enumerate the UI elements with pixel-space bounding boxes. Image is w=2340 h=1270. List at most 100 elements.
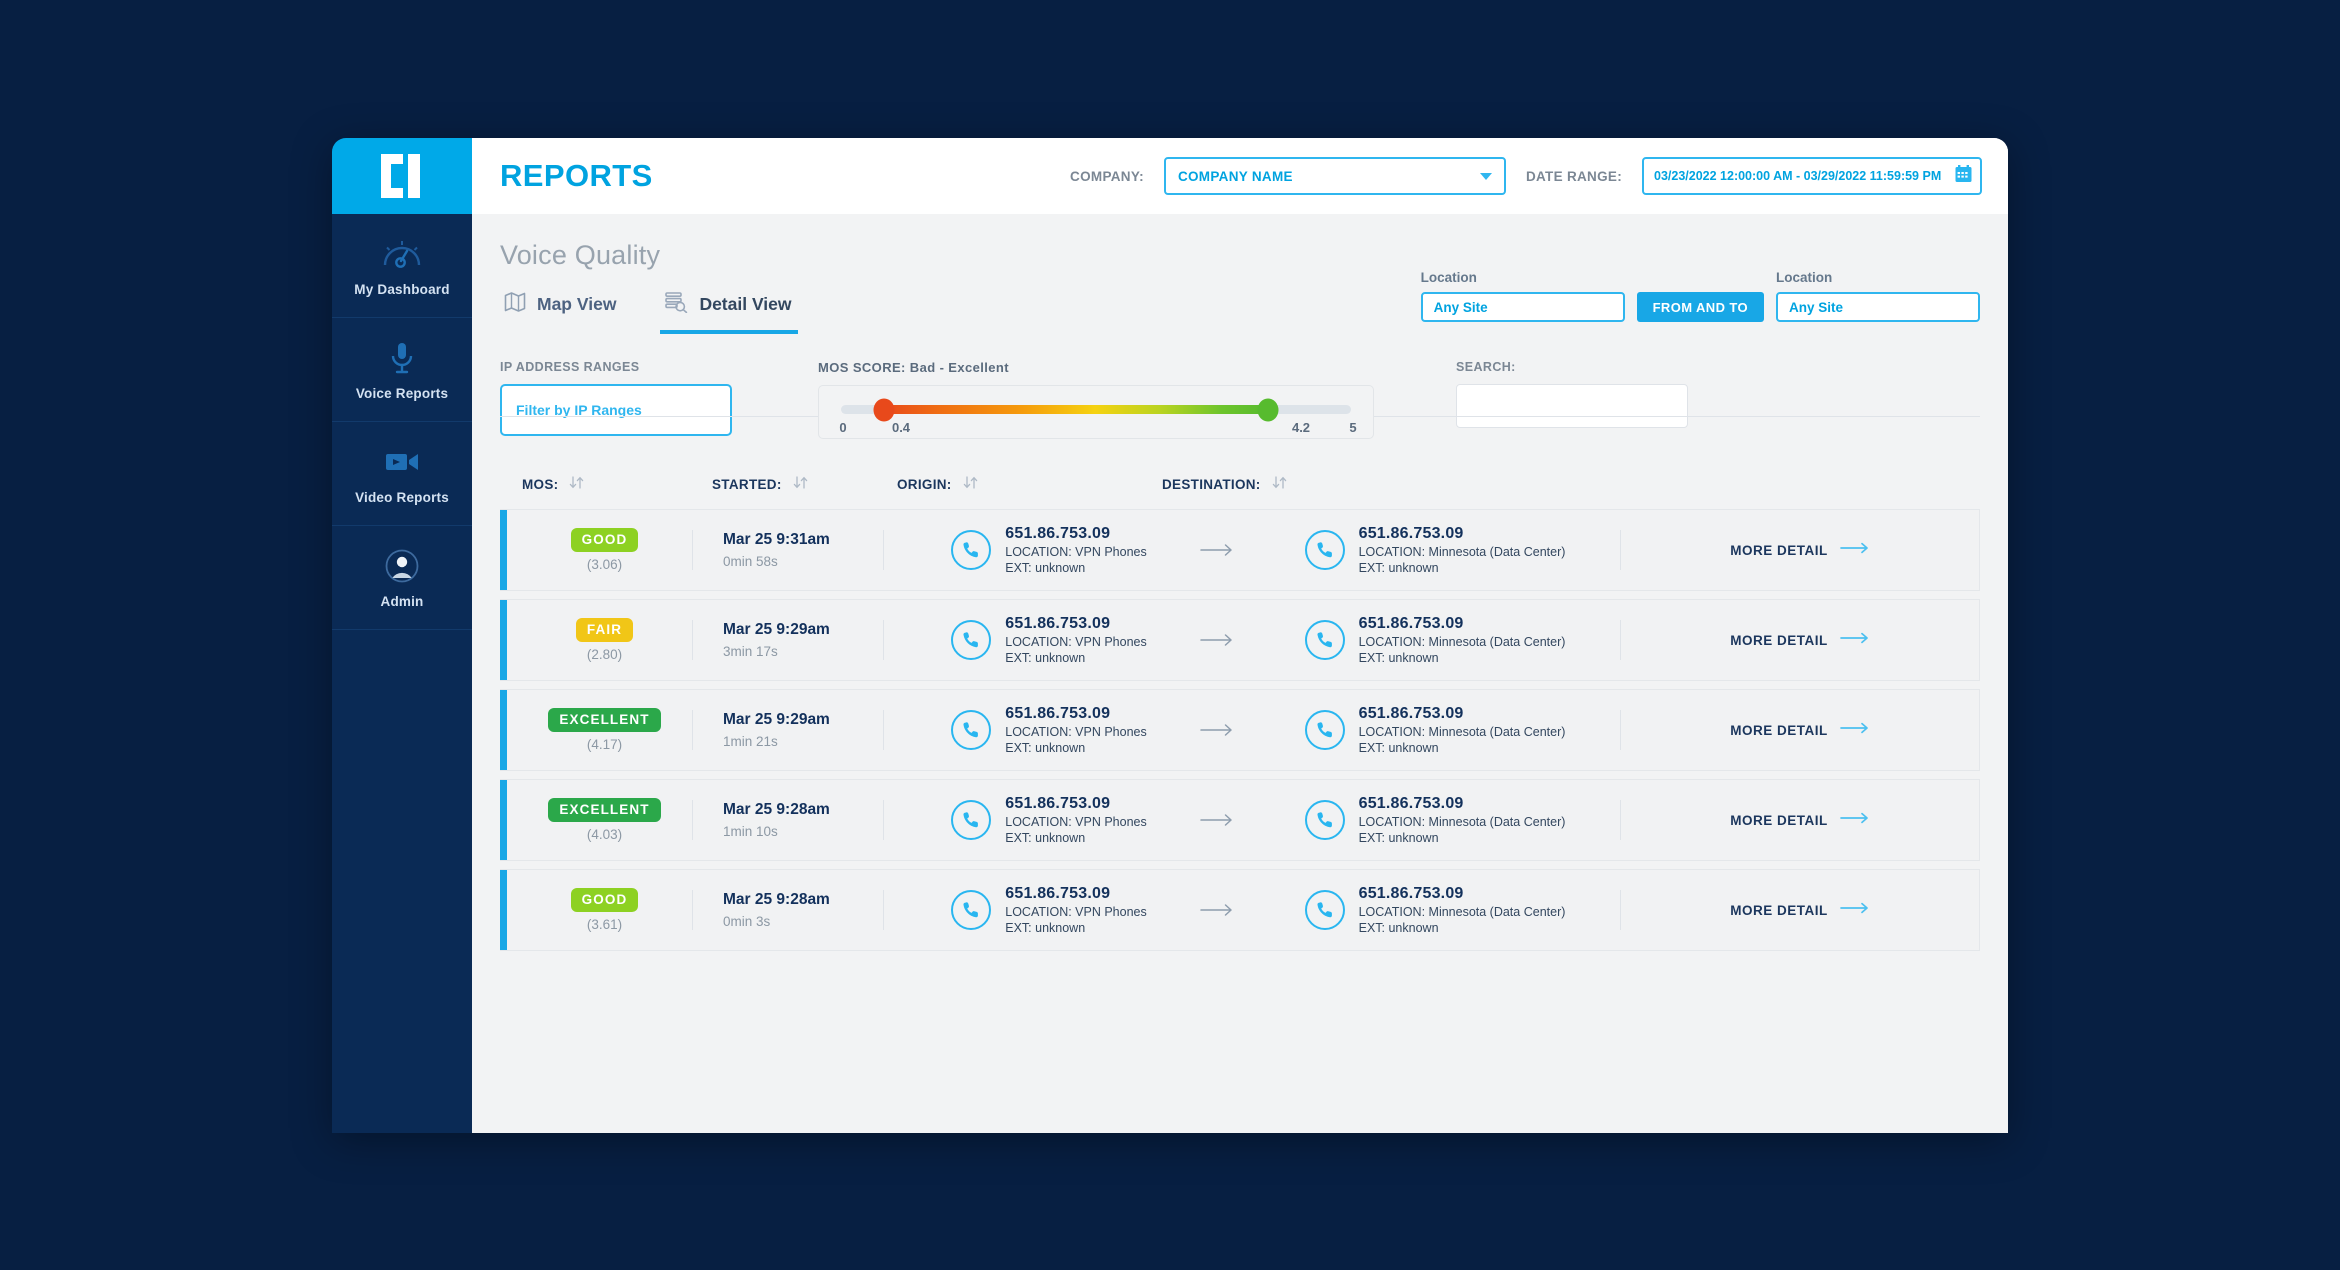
call-duration: 0min 58s (723, 554, 778, 569)
ip-ranges-input[interactable]: Filter by IP Ranges (500, 384, 732, 436)
location-to-field: Location Any Site (1776, 270, 1980, 322)
call-start-time: Mar 25 9:28am (723, 801, 830, 818)
c1-logo (381, 154, 420, 198)
arrow-right-icon (1839, 901, 1870, 919)
origin-number: 651.86.753.09 (1005, 525, 1111, 542)
table-row[interactable]: GOOD (3.61) Mar 25 9:28am 0min 3s 651.86… (500, 869, 1980, 951)
location-to-input[interactable]: Any Site (1776, 292, 1980, 322)
column-header-label: ORIGIN: (897, 476, 952, 492)
logo-tile[interactable] (332, 138, 472, 214)
mos-score-value: (3.61) (586, 917, 623, 933)
sidebar-item-label: My Dashboard (354, 281, 450, 297)
column-header-label: STARTED: (712, 476, 782, 492)
sidebar-item-video-reports[interactable]: Video Reports (332, 422, 472, 526)
destination-location: LOCATION: Minnesota (Data Center) (1358, 815, 1566, 829)
destination-extension: EXT: unknown (1358, 741, 1439, 755)
location-from-input[interactable]: Any Site (1420, 292, 1625, 322)
sidebar-item-label: Video Reports (355, 489, 449, 505)
mos-tick-low: 0.4 (891, 420, 911, 435)
company-select[interactable]: COMPANY NAME (1163, 157, 1506, 195)
table-row[interactable]: EXCELLENT (4.17) Mar 25 9:29am 1min 21s … (500, 689, 1980, 771)
destination-number: 651.86.753.09 (1358, 795, 1464, 812)
topbar-controls: COMPANY: COMPANY NAME DATE RANGE: 03/23/… (1070, 157, 1982, 195)
search-label: SEARCH: (1456, 360, 1516, 374)
origin-number: 651.86.753.09 (1005, 885, 1111, 902)
phone-icon (951, 890, 992, 930)
video-camera-icon (385, 443, 419, 481)
more-detail-button[interactable]: MORE DETAIL (1621, 510, 1979, 590)
cell-origin: 651.86.753.09 LOCATION: VPN Phones EXT: … (884, 690, 1184, 770)
top-bar: REPORTS COMPANY: COMPANY NAME DATE RANGE… (472, 138, 2008, 214)
origin-number: 651.86.753.09 (1005, 615, 1111, 632)
status-badge: EXCELLENT (548, 797, 661, 823)
content-area: Voice Quality Map View Detail View Locat… (472, 214, 2008, 1133)
location-to-label: Location (1776, 270, 1833, 285)
direction-arrow-icon (1184, 600, 1250, 680)
destination-details: 651.86.753.09 LOCATION: Minnesota (Data … (1359, 525, 1566, 575)
status-badge: EXCELLENT (548, 707, 661, 733)
destination-number: 651.86.753.09 (1358, 705, 1464, 722)
sidebar-filler (332, 630, 472, 1133)
row-accent-bar (500, 870, 507, 950)
phone-icon (951, 530, 992, 570)
more-detail-button[interactable]: MORE DETAIL (1621, 600, 1979, 680)
origin-extension: EXT: unknown (1005, 921, 1086, 935)
mos-slider-handle-high[interactable] (1257, 398, 1279, 421)
destination-extension: EXT: unknown (1358, 921, 1439, 935)
column-header-started[interactable]: STARTED: (712, 476, 897, 492)
column-header-destination[interactable]: DESTINATION: (1162, 476, 1980, 492)
destination-number: 651.86.753.09 (1358, 615, 1464, 632)
origin-location: LOCATION: VPN Phones (1005, 545, 1147, 559)
search-filter: SEARCH: (1456, 360, 1688, 428)
more-detail-button[interactable]: MORE DETAIL (1621, 780, 1979, 860)
mos-score-value: (2.80) (586, 647, 623, 663)
tab-detail-view[interactable]: Detail View (660, 287, 798, 334)
tab-map-view[interactable]: Map View (500, 287, 622, 334)
phone-icon (951, 710, 992, 750)
origin-location: LOCATION: VPN Phones (1005, 905, 1147, 919)
cell-started: Mar 25 9:29am 1min 21s (693, 690, 883, 770)
sidebar-item-my-dashboard[interactable]: My Dashboard (332, 214, 472, 318)
origin-details: 651.86.753.09 LOCATION: VPN Phones EXT: … (1005, 885, 1147, 935)
destination-details: 651.86.753.09 LOCATION: Minnesota (Data … (1359, 705, 1566, 755)
table-row[interactable]: FAIR (2.80) Mar 25 9:29am 3min 17s 651.8… (500, 599, 1980, 681)
sidebar: My Dashboard Voice Reports Video Reports… (332, 138, 472, 1133)
more-detail-button[interactable]: MORE DETAIL (1621, 690, 1979, 770)
more-detail-button[interactable]: MORE DETAIL (1621, 870, 1979, 950)
status-badge: FAIR (575, 617, 634, 643)
row-accent-bar (500, 510, 507, 590)
column-header-origin[interactable]: ORIGIN: (897, 476, 1162, 492)
column-header-mos[interactable]: MOS: (522, 476, 712, 492)
origin-location: LOCATION: VPN Phones (1005, 635, 1147, 649)
status-badge: GOOD (570, 527, 639, 553)
call-start-time: Mar 25 9:29am (723, 711, 830, 728)
mos-score-value: (3.06) (586, 557, 623, 573)
call-start-time: Mar 25 9:28am (723, 891, 830, 908)
mos-score-label: MOS SCORE: Bad - Excellent (818, 360, 1009, 375)
origin-details: 651.86.753.09 LOCATION: VPN Phones EXT: … (1005, 705, 1147, 755)
search-input[interactable] (1456, 384, 1688, 428)
sidebar-item-label: Admin (380, 593, 424, 609)
tab-label: Detail View (699, 294, 792, 314)
mos-slider-handle-low[interactable] (873, 398, 895, 421)
location-from-label: Location (1420, 270, 1477, 285)
origin-number: 651.86.753.09 (1005, 795, 1111, 812)
from-and-to-button[interactable]: FROM AND TO (1636, 292, 1764, 322)
mos-slider-track[interactable] (841, 398, 1351, 421)
sidebar-item-admin[interactable]: Admin (332, 526, 472, 630)
date-range-label: DATE RANGE: (1525, 168, 1622, 184)
detail-list-search-icon (664, 291, 688, 318)
cell-origin: 651.86.753.09 LOCATION: VPN Phones EXT: … (884, 780, 1184, 860)
table-row[interactable]: GOOD (3.06) Mar 25 9:31am 0min 58s 651.8… (500, 509, 1980, 591)
call-duration: 0min 3s (723, 914, 771, 929)
call-duration: 1min 10s (723, 824, 778, 839)
company-select-value: COMPANY NAME (1177, 168, 1293, 184)
date-range-picker[interactable]: 03/23/2022 12:00:00 AM - 03/29/2022 11:5… (1642, 157, 1982, 195)
sidebar-item-voice-reports[interactable]: Voice Reports (332, 318, 472, 422)
cell-destination: 651.86.753.09 LOCATION: Minnesota (Data … (1250, 600, 1620, 680)
phone-icon (951, 620, 992, 660)
table-row[interactable]: EXCELLENT (4.03) Mar 25 9:28am 1min 10s … (500, 779, 1980, 861)
destination-location: LOCATION: Minnesota (Data Center) (1358, 635, 1566, 649)
cell-mos: GOOD (3.06) (507, 510, 692, 590)
mos-score-value: (4.17) (586, 737, 623, 753)
